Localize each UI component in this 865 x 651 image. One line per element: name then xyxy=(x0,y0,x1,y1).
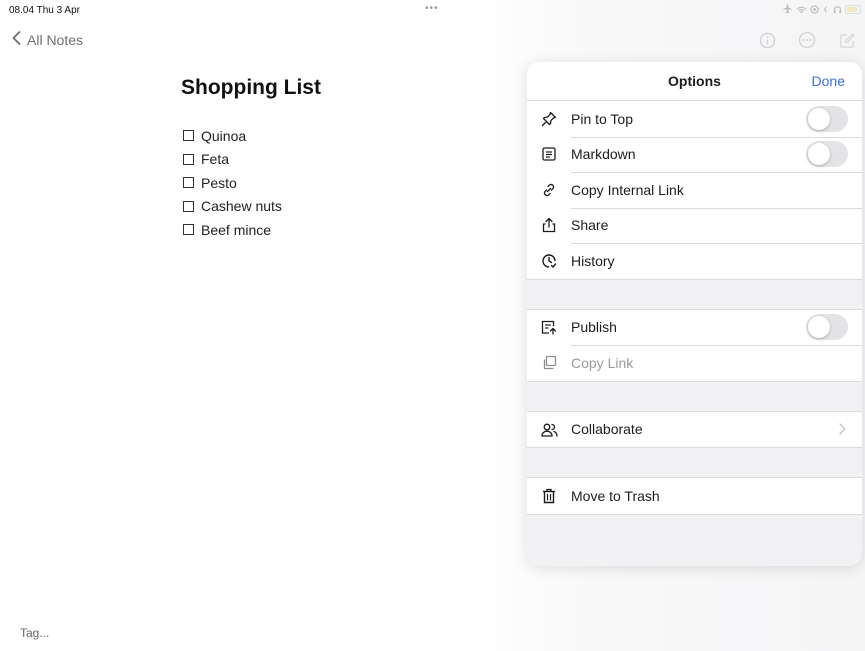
markdown-icon xyxy=(527,147,571,161)
history-row[interactable]: History xyxy=(527,243,862,279)
share-label: Share xyxy=(571,217,609,234)
back-label: All Notes xyxy=(27,31,84,48)
publish-icon xyxy=(527,320,571,335)
trash-icon xyxy=(527,488,571,504)
link-icon xyxy=(527,182,571,198)
markdown-row[interactable]: Markdown xyxy=(527,136,862,173)
move-to-trash-row[interactable]: Move to Trash xyxy=(527,478,862,514)
options-group: Pin to Top Markdown Copy Internal Link S… xyxy=(527,101,862,280)
back-to-all-notes[interactable]: All Notes xyxy=(12,31,83,48)
publish-label: Publish xyxy=(571,319,617,336)
checklist-item-text[interactable]: Feta xyxy=(201,151,229,167)
pin-to-top-toggle[interactable] xyxy=(806,105,848,132)
checkbox[interactable] xyxy=(183,177,194,189)
done-button[interactable]: Done xyxy=(812,73,845,89)
toggle-knob xyxy=(808,316,830,339)
tag-input[interactable]: Tag... xyxy=(20,626,49,640)
checklist: Quinoa Feta Pesto Cashew nuts Beef mince xyxy=(183,124,282,242)
checklist-item-text[interactable]: Beef mince xyxy=(201,222,271,238)
copy-link-label: Copy Link xyxy=(571,354,634,371)
move-to-trash-label: Move to Trash xyxy=(571,487,660,504)
checklist-item: Feta xyxy=(183,148,282,172)
note-title[interactable]: Shopping List xyxy=(181,76,321,100)
copy-internal-link-row[interactable]: Copy Internal Link xyxy=(527,172,862,208)
checkbox[interactable] xyxy=(183,200,194,212)
publish-row[interactable]: Publish xyxy=(527,310,862,346)
copy-icon xyxy=(527,355,571,370)
pin-icon xyxy=(527,111,571,127)
multitasking-dots[interactable]: ••• xyxy=(425,3,439,14)
options-group: Collaborate xyxy=(527,410,862,448)
share-row[interactable]: Share xyxy=(527,207,862,244)
publish-toggle[interactable] xyxy=(806,314,848,341)
checklist-item: Cashew nuts xyxy=(183,195,282,219)
checklist-item: Quinoa xyxy=(183,124,282,148)
checkbox[interactable] xyxy=(183,224,194,236)
options-group: Publish Copy Link xyxy=(527,308,862,382)
options-group: Move to Trash xyxy=(527,477,862,515)
options-popover: Options Done Pin to Top Markdown Copy In… xyxy=(527,62,862,566)
checklist-item-text[interactable]: Cashew nuts xyxy=(201,198,282,214)
collaborate-label: Collaborate xyxy=(571,421,643,438)
copy-link-row[interactable]: Copy Link xyxy=(527,345,862,381)
checklist-item-text[interactable]: Quinoa xyxy=(201,128,246,144)
checkbox[interactable] xyxy=(183,130,194,142)
share-icon xyxy=(527,217,571,233)
pin-to-top-row[interactable]: Pin to Top xyxy=(527,101,862,137)
markdown-toggle[interactable] xyxy=(806,141,848,168)
checkbox[interactable] xyxy=(183,153,194,165)
history-icon xyxy=(527,253,571,269)
toggle-knob xyxy=(808,143,830,166)
toggle-knob xyxy=(808,107,830,130)
collaborate-row[interactable]: Collaborate xyxy=(527,412,862,448)
markdown-label: Markdown xyxy=(571,146,636,163)
history-label: History xyxy=(571,252,615,269)
pin-to-top-label: Pin to Top xyxy=(571,110,634,127)
copy-internal-link-label: Copy Internal Link xyxy=(571,181,684,198)
chevron-right-icon xyxy=(839,423,846,435)
checklist-item-text[interactable]: Pesto xyxy=(201,175,237,191)
status-time: 08.04 Thu 3 Apr xyxy=(9,5,80,16)
collaborate-icon xyxy=(527,422,571,437)
popover-header: Options Done xyxy=(527,62,862,101)
checklist-item: Pesto xyxy=(183,171,282,195)
checklist-item: Beef mince xyxy=(183,218,282,242)
chevron-left-icon xyxy=(12,31,21,48)
